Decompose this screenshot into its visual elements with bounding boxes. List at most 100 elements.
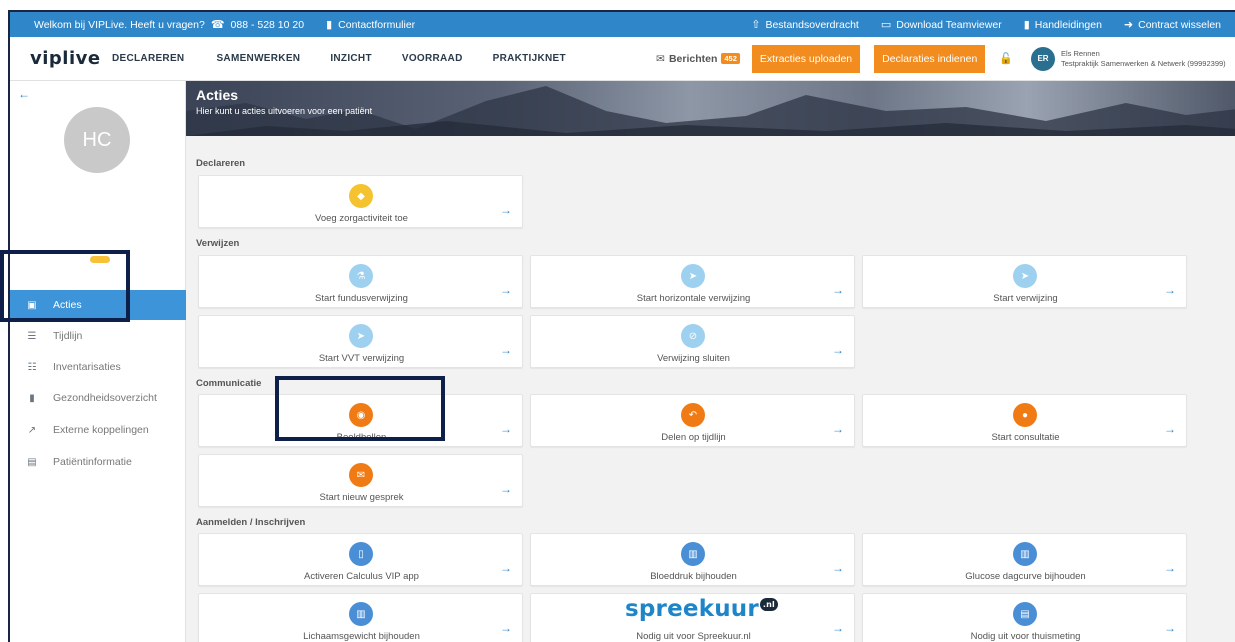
bar-chart-icon: ▥ (681, 542, 705, 566)
id-card-icon: ▤ (27, 456, 37, 468)
card-verwijzing-sluiten[interactable]: ⊘ Verwijzing sluiten → (530, 315, 855, 368)
list-icon: ☰ (27, 330, 37, 342)
nav-praktijknet[interactable]: PRAKTIJKNET (493, 53, 566, 64)
mobile-icon: ▯ (349, 542, 373, 566)
arrow-right-icon: → (500, 621, 512, 635)
users-icon: ● (1013, 403, 1037, 427)
sidebar-item-patientinformatie[interactable]: ▤ Patiëntinformatie (10, 447, 186, 477)
card-start-consultatie[interactable]: ● Start consultatie → (862, 394, 1187, 447)
nav-voorraad[interactable]: VOORRAAD (402, 53, 463, 64)
back-arrow-icon[interactable]: ← (18, 87, 30, 101)
box-icon: ◆ (349, 184, 373, 208)
arrow-right-icon: → (832, 561, 844, 575)
download-teamviewer-link[interactable]: ▭ Download Teamviewer (880, 18, 1002, 32)
clipboard-icon: ▤ (1013, 602, 1037, 626)
calendar-icon: ▣ (27, 299, 37, 311)
nav-inzicht[interactable]: INZICHT (330, 53, 372, 64)
plane-slash-icon: ⊘ (681, 324, 705, 348)
reply-icon: ↶ (681, 403, 705, 427)
page-subtitle: Hier kunt u acties uitvoeren voor een pa… (196, 106, 373, 116)
arrow-right-icon: → (500, 561, 512, 575)
section-verwijzen: Verwijzen (196, 238, 240, 249)
user-organization: Testpraktijk Samenwerken & Netwerk (9999… (1061, 58, 1226, 68)
arrow-right-icon: → (500, 203, 512, 217)
messages-link[interactable]: ✉ Berichten 452 (656, 53, 740, 65)
chat-icon: ✉ (656, 52, 665, 65)
document-icon: ▮ (326, 19, 333, 31)
card-voeg-zorgactiviteit-toe[interactable]: ◆ Voeg zorgactiviteit toe → (198, 175, 523, 228)
card-start-verwijzing[interactable]: ➤ Start verwijzing → (862, 255, 1187, 308)
user-avatar: ER (1031, 46, 1055, 71)
page-header-banner: Acties Hier kunt u acties uitvoeren voor… (186, 81, 1235, 136)
declaraties-indienen-button[interactable]: Declaraties indienen (874, 44, 986, 73)
sidebar-item-acties[interactable]: ▣ Acties (10, 290, 186, 320)
extracties-uploaden-button[interactable]: Extracties uploaden (751, 44, 861, 73)
card-bloeddruk-bijhouden[interactable]: ▥ Bloeddruk bijhouden → (530, 533, 855, 586)
main-content: Acties Hier kunt u acties uitvoeren voor… (186, 81, 1235, 642)
card-nodig-uit-voor-thuismeting[interactable]: ▤ Nodig uit voor thuismeting → (862, 593, 1187, 642)
section-communicatie: Communicatie (196, 378, 262, 389)
monitor-icon: ▭ (880, 19, 892, 31)
page-title: Acties (196, 87, 239, 103)
messages-count-badge: 452 (721, 53, 740, 64)
flask-icon: ⚗ (349, 264, 373, 288)
section-declareren: Declareren (196, 158, 246, 169)
card-glucose-dagcurve-bijhouden[interactable]: ▥ Glucose dagcurve bijhouden → (862, 533, 1187, 586)
welcome-text: Welkom bij VIPLive. Heeft u vragen? (34, 18, 205, 31)
arrow-right-icon: → (500, 422, 512, 436)
handleidingen-link[interactable]: ▮ Handleidingen (1024, 18, 1102, 32)
card-nodig-uit-voor-spreekuur[interactable]: spreekuur .nl Nodig uit voor Spreekuur.nl… (530, 593, 855, 642)
checklist-icon: ☷ (27, 361, 37, 373)
paper-plane-icon: ➤ (349, 324, 373, 348)
arrow-right-icon: → (500, 343, 512, 357)
arrow-right-icon: → (1164, 561, 1176, 575)
arrow-right-icon: → (832, 422, 844, 436)
external-link-icon: ↗ (27, 424, 37, 436)
webcam-icon: ◉ (349, 403, 373, 427)
card-start-fundusverwijzing[interactable]: ⚗ Start fundusverwijzing → (198, 255, 523, 308)
viplive-logo[interactable]: viplive (30, 48, 112, 69)
bar-chart-icon: ▥ (1013, 542, 1037, 566)
card-delen-op-tijdlijn[interactable]: ↶ Delen op tijdlijn → (530, 394, 855, 447)
sidebar-item-tijdlijn[interactable]: ☰ Tijdlijn (10, 321, 186, 351)
arrow-right-icon: → (832, 343, 844, 357)
phone-icon: ☎ (210, 19, 225, 31)
paper-plane-icon: ➤ (1013, 264, 1037, 288)
sidebar-item-inventarisaties[interactable]: ☷ Inventarisaties (10, 352, 186, 382)
arrow-right-icon: → (500, 482, 512, 496)
nav-samenwerken[interactable]: SAMENWERKEN (216, 53, 300, 64)
contact-form-link[interactable]: Contactformulier (338, 19, 415, 31)
bestandsoverdracht-link[interactable]: ⇧ Bestandsoverdracht (751, 18, 859, 32)
card-lichaamsgewicht-bijhouden[interactable]: ▥ Lichaamsgewicht bijhouden → (198, 593, 523, 642)
sidebar-item-gezondheidsoverzicht[interactable]: ▮ Gezondheidsoverzicht (10, 383, 186, 413)
card-start-vvt-verwijzing[interactable]: ➤ Start VVT verwijzing → (198, 315, 523, 368)
unlock-icon[interactable]: 🔓 (999, 52, 1013, 65)
arrow-right-icon: → (832, 621, 844, 635)
phone-number[interactable]: 088 - 528 10 20 (231, 19, 305, 31)
document-icon: ▮ (29, 392, 35, 404)
card-start-nieuw-gesprek[interactable]: ✉ Start nieuw gesprek → (198, 454, 523, 507)
user-name: Els Rennen (1061, 49, 1100, 59)
sign-out-icon: ➜ (1123, 19, 1134, 31)
sidebar-item-externe-koppelingen[interactable]: ↗ Externe koppelingen (10, 415, 186, 445)
paper-plane-icon: ➤ (681, 264, 705, 288)
card-beeldbellen[interactable]: ◉ Beeldbellen → (198, 394, 523, 447)
arrow-right-icon: → (1164, 422, 1176, 436)
nav-declareren[interactable]: DECLAREREN (112, 53, 184, 64)
bar-chart-icon: ▥ (349, 602, 373, 626)
user-menu[interactable]: ER Els Rennen Testpraktijk Samenwerken &… (1031, 46, 1233, 71)
section-aanmelden-inschrijven: Aanmelden / Inschrijven (196, 517, 306, 528)
arrow-right-icon: → (1164, 283, 1176, 297)
patient-status-badge (90, 256, 110, 263)
top-info-bar: Welkom bij VIPLive. Heeft u vragen? ☎ 08… (10, 12, 1235, 37)
card-activeren-calculus-vip-app[interactable]: ▯ Activeren Calculus VIP app → (198, 533, 523, 586)
upload-user-icon: ⇧ (751, 19, 761, 31)
arrow-right-icon: → (500, 283, 512, 297)
spreekuur-logo: spreekuur .nl (625, 596, 778, 622)
chat-bubbles-icon: ✉ (349, 463, 373, 487)
app-window: Welkom bij VIPLive. Heeft u vragen? ☎ 08… (8, 10, 1235, 642)
arrow-right-icon: → (832, 283, 844, 297)
patient-avatar: HC (64, 107, 130, 173)
card-start-horizontale-verwijzing[interactable]: ➤ Start horizontale verwijzing → (530, 255, 855, 308)
contract-wisselen-link[interactable]: ➜ Contract wisselen (1123, 18, 1221, 32)
